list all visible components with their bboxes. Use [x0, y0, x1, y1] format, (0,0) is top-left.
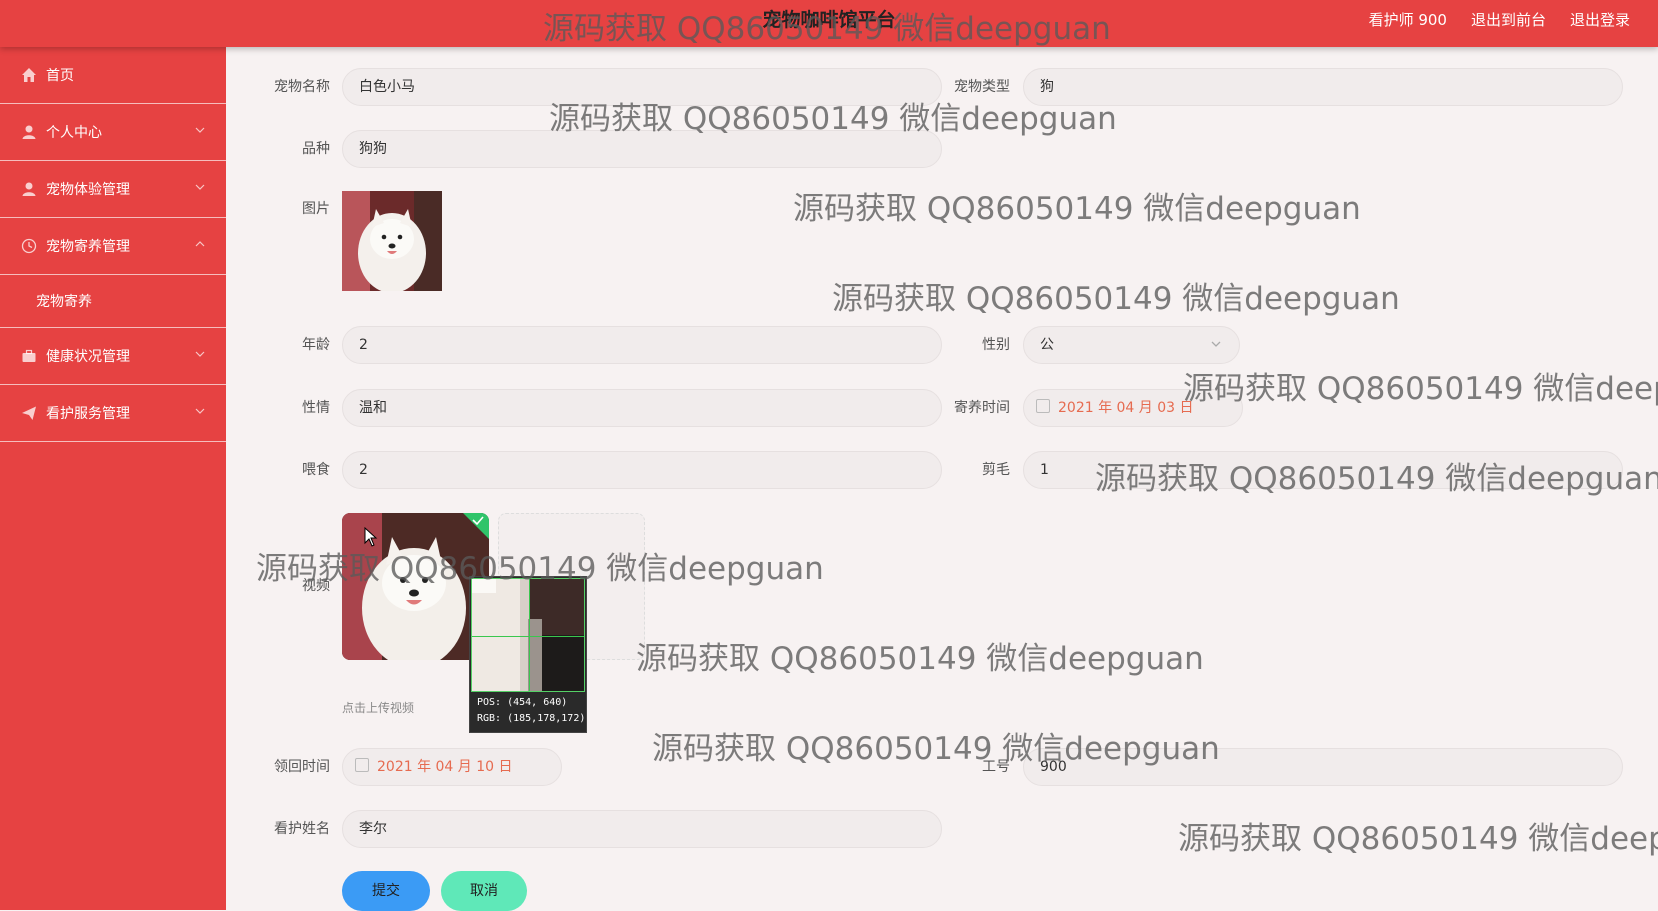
calendar-icon	[355, 758, 369, 772]
video-label: 视频	[302, 578, 330, 594]
pet-type-input[interactable]: 狗	[1023, 68, 1623, 106]
watermark: 源码获取 QQ86050149 微信deepguan	[1178, 821, 1658, 857]
sidebar-item-pet-boarding[interactable]: 宠物寄养管理	[0, 218, 226, 275]
magnifier-rgb: RGB: (185,178,172)	[477, 713, 586, 724]
top-bar: 宠物咖啡馆平台 看护师 900 退出到前台 退出登录	[0, 0, 1658, 47]
temperament-input[interactable]: 温和	[342, 389, 942, 427]
pet-name-label: 宠物名称	[274, 79, 330, 95]
sidebar-item-label: 个人中心	[46, 125, 102, 141]
pickup-time-value: 2021 年 04 月 10 日	[377, 759, 513, 775]
calendar-icon	[1036, 399, 1050, 413]
chevron-down-icon	[195, 184, 205, 190]
breed-input[interactable]: 狗狗	[342, 130, 942, 168]
watermark: 源码获取 QQ86050149 微信deepguan	[636, 641, 1204, 677]
sidebar-item-pet-experience[interactable]: 宠物体验管理	[0, 161, 226, 218]
staff-no-label: 工号	[982, 759, 1010, 775]
sidebar-item-care-service[interactable]: 看护服务管理	[0, 385, 226, 442]
sidebar-item-label: 看护服务管理	[46, 406, 130, 422]
pickup-time-picker[interactable]: 2021 年 04 月 10 日	[342, 748, 562, 786]
sidebar-item-label: 宠物寄养管理	[46, 239, 130, 255]
sidebar-subitem-pet-boarding[interactable]: 宠物寄养	[0, 275, 226, 328]
age-label: 年龄	[302, 337, 330, 353]
user-icon	[20, 180, 38, 198]
crosshair-horizontal	[472, 636, 584, 637]
cancel-button[interactable]: 取消	[441, 871, 527, 911]
pet-name-input[interactable]: 白色小马	[342, 68, 942, 106]
current-user[interactable]: 看护师 900	[1369, 9, 1447, 30]
sidebar-item-home[interactable]: 首页	[0, 47, 226, 104]
gender-label: 性别	[982, 337, 1010, 353]
caretaker-label: 看护姓名	[274, 821, 330, 837]
boarding-time-value: 2021 年 04 月 03 日	[1058, 400, 1194, 416]
chevron-up-icon	[195, 241, 205, 247]
back-to-front-link[interactable]: 退出到前台	[1471, 9, 1546, 30]
sidebar-item-health-management[interactable]: 健康状况管理	[0, 328, 226, 385]
boarding-time-picker[interactable]: 2021 年 04 月 03 日	[1023, 389, 1243, 427]
dog-photo	[342, 191, 442, 291]
boarding-time-label: 寄养时间	[954, 400, 1010, 416]
chevron-down-icon	[195, 351, 205, 357]
briefcase-icon	[20, 347, 38, 365]
logout-link[interactable]: 退出登录	[1570, 9, 1630, 30]
magnifier-info: POS: (454, 640) RGB: (185,178,172)	[477, 695, 585, 727]
temperament-label: 性情	[302, 400, 330, 416]
feeding-label: 喂食	[302, 462, 330, 478]
sidebar-item-label: 健康状况管理	[46, 349, 130, 365]
mouse-cursor-icon	[364, 527, 378, 547]
header-actions: 看护师 900 退出到前台 退出登录	[1369, 0, 1630, 38]
submit-button[interactable]: 提交	[342, 871, 430, 911]
magnifier-pos: POS: (454, 640)	[477, 697, 568, 708]
watermark: 源码获取 QQ86050149 微信deepguan	[793, 191, 1361, 227]
watermark: 源码获取 QQ86050149 微信deepguan	[832, 281, 1400, 317]
gender-value: 公	[1040, 337, 1054, 353]
upload-video-tip[interactable]: 点击上传视频	[342, 699, 414, 716]
grooming-input[interactable]: 1	[1023, 451, 1623, 489]
caretaker-input[interactable]: 李尔	[342, 810, 942, 848]
sidebar-item-label: 宠物寄养	[36, 294, 92, 310]
watermark: 源码获取 QQ86050149 微信deepguan	[1183, 371, 1658, 407]
color-picker-magnifier: POS: (454, 640) RGB: (185,178,172)	[469, 576, 587, 733]
pet-image[interactable]	[342, 191, 442, 291]
chevron-down-icon	[1211, 341, 1221, 347]
age-input[interactable]: 2	[342, 326, 942, 364]
pet-type-label: 宠物类型	[954, 79, 1010, 95]
sidebar-item-label: 首页	[46, 68, 74, 84]
sidebar-item-personal-center[interactable]: 个人中心	[0, 104, 226, 161]
sidebar: 首页 个人中心 宠物体验管理 宠物寄养管理 宠物寄养 健康状况管理 看护服务管理	[0, 47, 226, 910]
zoomed-pixels	[472, 579, 584, 691]
user-icon	[20, 123, 38, 141]
magnifier-zoom	[471, 578, 585, 692]
clock-icon	[20, 237, 38, 255]
staff-no-input[interactable]: 900	[1023, 748, 1623, 786]
gender-select[interactable]: 公	[1023, 326, 1240, 364]
send-icon	[20, 404, 38, 422]
chevron-down-icon	[195, 127, 205, 133]
chevron-down-icon	[195, 408, 205, 414]
breed-label: 品种	[302, 141, 330, 157]
feeding-input[interactable]: 2	[342, 451, 942, 489]
sidebar-item-label: 宠物体验管理	[46, 182, 130, 198]
home-icon	[20, 66, 38, 84]
pickup-time-label: 领回时间	[274, 759, 330, 775]
grooming-label: 剪毛	[982, 462, 1010, 478]
image-label: 图片	[302, 201, 330, 217]
